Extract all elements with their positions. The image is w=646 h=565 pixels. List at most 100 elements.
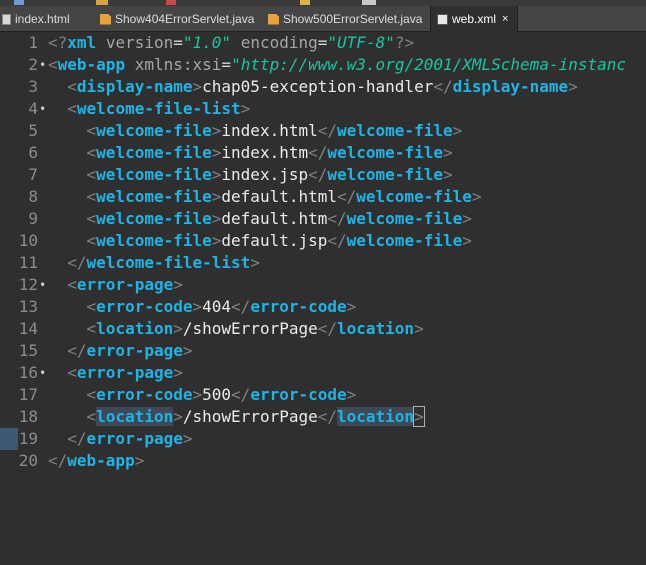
- toolbar-icon[interactable]: [300, 0, 310, 5]
- code-line[interactable]: </error-page>: [48, 428, 193, 450]
- toolbar-icon[interactable]: [96, 0, 108, 5]
- line-number: 20: [18, 451, 38, 470]
- code-token: chap05-exception-handler: [202, 77, 434, 96]
- code-token: </: [308, 165, 328, 184]
- code-line[interactable]: <error-code>500</error-code>: [48, 384, 357, 406]
- fold-toggle-icon[interactable]: •: [39, 362, 47, 384]
- code-line[interactable]: <web-app xmlns:xsi="http://www.w3.org/20…: [48, 54, 626, 76]
- code-line[interactable]: <welcome-file>default.html</welcome-file…: [48, 186, 482, 208]
- code-token: >: [211, 209, 222, 228]
- code-line[interactable]: <error-code>404</error-code>: [48, 296, 357, 318]
- code-token: index.htm: [221, 143, 309, 162]
- code-token: welcome-file: [96, 209, 212, 228]
- toolbar-icon[interactable]: [362, 0, 376, 5]
- line-number: 11: [18, 253, 38, 272]
- code-line[interactable]: <?xml version="1.0" encoding="UTF-8"?>: [48, 32, 414, 54]
- code-token: <?: [48, 33, 68, 52]
- tab-index-html[interactable]: index.html: [2, 6, 70, 32]
- bracket-match-box: >: [413, 406, 425, 427]
- code-token: "http://www.w3.org/2001/XMLSchema-instan…: [231, 55, 627, 74]
- code-token: >: [192, 77, 203, 96]
- code-token: >: [414, 319, 424, 338]
- eclipse-editor-window: index.html Show404ErrorServlet.java Show…: [0, 0, 646, 565]
- code-token: welcome-file: [96, 165, 212, 184]
- code-token: web-app: [57, 55, 126, 74]
- toolbar-icon[interactable]: [14, 0, 24, 5]
- code-line[interactable]: <welcome-file>default.jsp</welcome-file>: [48, 230, 472, 252]
- code-line[interactable]: <welcome-file>index.htm</welcome-file>: [48, 142, 453, 164]
- java-file-icon: [268, 13, 279, 25]
- line-number: 15: [18, 341, 38, 360]
- code-token: welcome-file: [356, 187, 472, 206]
- tab-show404errorservlet[interactable]: Show404ErrorServlet.java: [100, 6, 254, 32]
- code-token: display-name: [452, 77, 569, 96]
- code-token: >: [182, 429, 193, 448]
- code-line[interactable]: <welcome-file>index.jsp</welcome-file>: [48, 164, 453, 186]
- xml-code-editor[interactable]: <?xml version="1.0" encoding="UTF-8"?> <w…: [48, 32, 646, 565]
- tab-label: Show404ErrorServlet.java: [115, 12, 255, 26]
- code-token: >: [240, 99, 251, 118]
- code-token: welcome-file: [96, 121, 212, 140]
- line-number: 1: [28, 33, 38, 52]
- code-token: </: [317, 319, 337, 338]
- tab-web-xml[interactable]: web.xml ×: [430, 6, 518, 32]
- code-token: >: [173, 319, 183, 338]
- code-token: <: [86, 297, 97, 316]
- code-token: index.jsp: [221, 165, 309, 184]
- code-token: location: [96, 319, 174, 338]
- code-line[interactable]: <location>/showErrorPage</location>: [48, 406, 425, 428]
- code-token: >: [173, 275, 183, 294]
- code-token: web-app: [67, 451, 135, 470]
- line-number: 10: [18, 231, 38, 250]
- fold-toggle-icon[interactable]: •: [39, 54, 47, 76]
- fold-toggle-icon[interactable]: •: [39, 98, 47, 120]
- toolbar-icon[interactable]: [166, 0, 176, 5]
- code-token: <: [67, 99, 77, 118]
- tab-show500errorservlet[interactable]: Show500ErrorServlet.java: [268, 6, 422, 32]
- code-token: >: [346, 385, 357, 404]
- tab-label: index.html: [15, 12, 70, 26]
- code-line[interactable]: <error-page>: [48, 362, 183, 384]
- code-token: error-code: [96, 385, 193, 404]
- code-token: 500: [202, 385, 232, 404]
- matched-tag-highlight: location: [96, 407, 174, 426]
- code-token: </: [67, 429, 87, 448]
- code-token: welcome-file: [346, 209, 463, 228]
- code-token: <: [86, 231, 97, 250]
- line-number-gutter: 1 2 • 3 4 • 5 6 7 8 9 10 11 12 • 13 14 15 16 • 17 18 19 20: [0, 32, 48, 565]
- code-token: welcome-file-list: [86, 253, 251, 272]
- code-token: </: [433, 77, 453, 96]
- code-token: <: [86, 407, 97, 426]
- code-token: >: [211, 231, 222, 250]
- code-line[interactable]: <welcome-file>index.html</welcome-file>: [48, 120, 463, 142]
- code-token: <: [86, 319, 97, 338]
- code-line[interactable]: </welcome-file-list>: [48, 252, 260, 274]
- code-token: /showErrorPage: [182, 319, 318, 338]
- code-line[interactable]: </web-app>: [48, 450, 144, 472]
- fold-toggle-icon[interactable]: •: [39, 274, 47, 296]
- code-line[interactable]: <welcome-file>default.htm</welcome-file>: [48, 208, 472, 230]
- code-line[interactable]: <welcome-file-list>: [48, 98, 250, 120]
- code-line[interactable]: </error-page>: [48, 340, 192, 362]
- code-line[interactable]: <display-name>chap05-exception-handler</…: [48, 76, 578, 98]
- code-token: welcome-file: [327, 143, 443, 162]
- code-token: >: [568, 77, 578, 96]
- code-token: </: [67, 253, 87, 272]
- code-line[interactable]: <error-page>: [48, 274, 183, 296]
- code-token: "UTF-8": [327, 33, 395, 52]
- close-icon[interactable]: ×: [502, 13, 508, 25]
- html-file-icon: [2, 13, 11, 25]
- editor-tab-bar: index.html Show404ErrorServlet.java Show…: [0, 6, 646, 32]
- code-token: >: [173, 407, 183, 426]
- code-token: </: [308, 143, 328, 162]
- line-number: 4: [28, 99, 38, 118]
- code-line[interactable]: <location>/showErrorPage</location>: [48, 318, 424, 340]
- code-token: error-page: [76, 363, 174, 382]
